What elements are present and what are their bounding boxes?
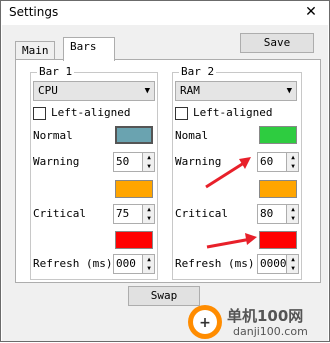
bar1-refresh-value: 000 (116, 257, 136, 270)
spin-down-icon[interactable]: ▼ (143, 264, 155, 273)
bar2-critical-value: 80 (260, 207, 274, 220)
bar2-refresh-label: Refresh (ms) (175, 257, 255, 270)
bar1-refresh-label: Refresh (ms) (33, 257, 113, 270)
title-bar: Settings ✕ (1, 1, 329, 25)
bar2-refresh-spinner[interactable]: 0000 ▲ ▼ (257, 254, 299, 274)
spin-down-icon[interactable]: ▼ (287, 162, 299, 171)
bar2-group: Bar 2 RAM ▼ Left-aligned Nomal Warning 6… (172, 65, 302, 280)
spin-up-icon[interactable]: ▲ (287, 153, 299, 162)
bar1-source-select[interactable]: CPU ▼ (33, 81, 155, 101)
spin-down-icon[interactable]: ▼ (287, 214, 299, 223)
bar1-critical-color-swatch[interactable] (115, 231, 153, 249)
chevron-down-icon: ▼ (286, 86, 292, 96)
bar1-left-aligned-label: Left-aligned (51, 106, 131, 119)
bar2-critical-color-swatch[interactable] (259, 231, 297, 249)
bar2-source-select[interactable]: RAM ▼ (175, 81, 297, 101)
watermark-logo: + 单机100网 danji100.com (181, 301, 330, 343)
spin-up-icon[interactable]: ▲ (143, 153, 155, 162)
spin-down-icon[interactable]: ▼ (143, 214, 155, 223)
chevron-down-icon: ▼ (144, 86, 150, 96)
bar2-warning-spinner[interactable]: 60 ▲ ▼ (257, 152, 299, 172)
bar1-critical-label: Critical (33, 207, 86, 220)
bar1-source-value: CPU (38, 84, 58, 97)
bar1-warning-spinner[interactable]: 50 ▲ ▼ (113, 152, 155, 172)
watermark-text: 单机100网 (227, 307, 304, 325)
bar1-normal-label: Normal (33, 129, 73, 142)
bar2-warning-value: 60 (260, 155, 274, 168)
bar1-critical-spinner[interactable]: 75 ▲ ▼ (113, 204, 155, 224)
close-icon[interactable]: ✕ (301, 3, 321, 21)
bar2-normal-label: Nomal (175, 129, 209, 142)
bar2-critical-label: Critical (175, 207, 228, 220)
bar2-refresh-value: 0000 (260, 257, 287, 270)
bar1-refresh-spinner[interactable]: 000 ▲ ▼ (113, 254, 155, 274)
save-button[interactable]: Save (240, 33, 314, 53)
spin-up-icon[interactable]: ▲ (287, 205, 299, 214)
bar2-left-aligned-checkbox[interactable] (175, 107, 188, 120)
bar2-group-label: Bar 2 (179, 65, 217, 78)
bar2-source-value: RAM (180, 84, 200, 97)
bar2-warning-label: Warning (175, 155, 222, 168)
watermark-url: danji100.com (233, 325, 308, 338)
bar1-warning-value: 50 (116, 155, 130, 168)
bar1-critical-value: 75 (116, 207, 130, 220)
spin-up-icon[interactable]: ▲ (143, 205, 155, 214)
tab-bars[interactable]: Bars (63, 37, 115, 61)
bar2-warning-color-swatch[interactable] (259, 180, 297, 198)
settings-window: Settings ✕ Main Bars Save Bar 1 CPU ▼ Le… (0, 0, 330, 342)
window-title: Settings (9, 5, 59, 19)
bar1-group-label: Bar 1 (37, 65, 75, 78)
tab-main[interactable]: Main (15, 41, 55, 61)
bar1-warning-color-swatch[interactable] (115, 180, 153, 198)
spin-down-icon[interactable]: ▼ (143, 162, 155, 171)
bar1-warning-label: Warning (33, 155, 80, 168)
spin-down-icon[interactable]: ▼ (287, 264, 299, 273)
bar2-critical-spinner[interactable]: 80 ▲ ▼ (257, 204, 299, 224)
bar1-left-aligned-checkbox[interactable] (33, 107, 46, 120)
bar1-normal-color-swatch[interactable] (115, 126, 153, 144)
logo-icon: + (188, 305, 222, 339)
bar1-group: Bar 1 CPU ▼ Left-aligned Normal Warning … (30, 65, 158, 280)
svg-text:+: + (199, 315, 211, 331)
bar2-normal-color-swatch[interactable] (259, 126, 297, 144)
bars-tab-panel: Bar 1 CPU ▼ Left-aligned Normal Warning … (15, 59, 321, 283)
bar2-left-aligned-label: Left-aligned (193, 106, 273, 119)
spin-up-icon[interactable]: ▲ (287, 255, 299, 264)
spin-up-icon[interactable]: ▲ (143, 255, 155, 264)
